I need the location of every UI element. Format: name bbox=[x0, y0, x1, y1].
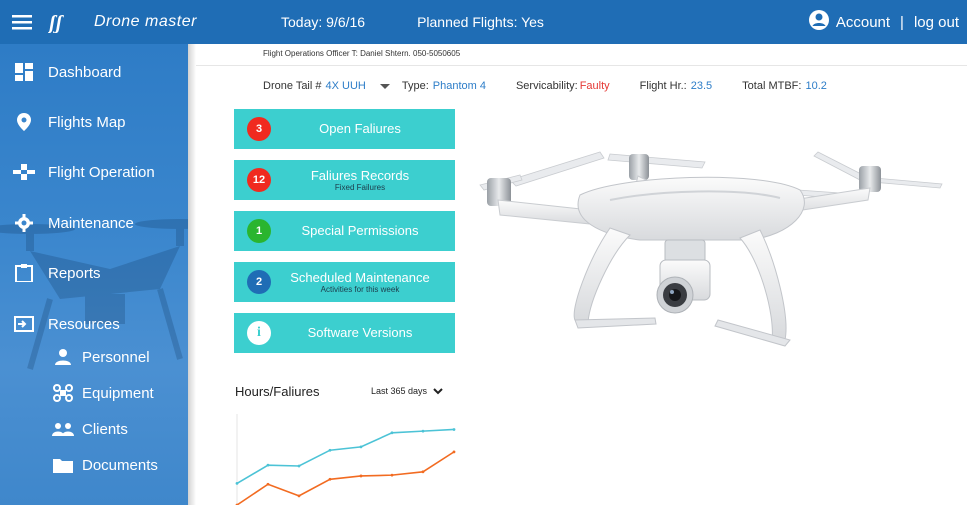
tail-label: Drone Tail # bbox=[263, 80, 322, 92]
type-value: Phantom 4 bbox=[432, 80, 486, 92]
chart-point-1-2 bbox=[297, 494, 301, 498]
chart-point-1-5 bbox=[390, 473, 394, 477]
account-icon[interactable] bbox=[808, 9, 830, 35]
flight-hours-value: 23.5 bbox=[690, 80, 713, 92]
drone-info-row: Drone Tail # 4X UUH Type: Phantom 4 Serv… bbox=[263, 80, 827, 92]
sidebar-item-label: Flight Operation bbox=[48, 163, 155, 181]
account-link[interactable]: Account bbox=[836, 14, 890, 31]
failures-records-button[interactable]: 12 Faliures Records Fixed Failures bbox=[234, 160, 455, 200]
chart-point-0-2 bbox=[297, 464, 301, 468]
sidebar-item-flights-map[interactable]: Flights Map bbox=[0, 102, 188, 142]
tile-label: Scheduled Maintenance bbox=[290, 269, 430, 285]
sidebar: Dashboard Flights Map Flight Operation M… bbox=[0, 44, 188, 505]
clipboard-icon bbox=[0, 264, 48, 282]
chevron-down-icon[interactable] bbox=[379, 83, 390, 89]
drone-image bbox=[479, 151, 943, 347]
sidebar-item-dashboard[interactable]: Dashboard bbox=[0, 52, 188, 92]
sidebar-item-flight-operation[interactable]: Flight Operation bbox=[0, 152, 188, 192]
type-label: Type: bbox=[401, 80, 429, 92]
chart-series-line-0 bbox=[236, 428, 455, 485]
chart-point-0-4 bbox=[359, 445, 363, 449]
date-range-label: Last 365 days bbox=[371, 386, 428, 396]
tile-label: Faliures Records bbox=[310, 167, 410, 183]
mtbf-value: 10.2 bbox=[805, 80, 827, 92]
logo-icon: ʃʃ bbox=[44, 0, 92, 44]
chart-point-0-6 bbox=[421, 429, 425, 433]
chart-point-0-1 bbox=[266, 463, 270, 467]
hamburger-menu-icon[interactable] bbox=[0, 0, 44, 44]
map-pin-icon bbox=[0, 113, 48, 131]
tail-value[interactable]: 4X UUH bbox=[326, 80, 366, 92]
tile-sublabel: Fixed Failures bbox=[334, 182, 386, 192]
special-permissions-count-badge: 1 bbox=[247, 219, 271, 243]
failures-records-count-badge: 12 bbox=[247, 168, 271, 192]
clients-icon bbox=[48, 422, 78, 436]
sidebar-item-label: Flights Map bbox=[48, 113, 126, 131]
sidebar-subitem-personnel[interactable]: Personnel bbox=[48, 342, 188, 372]
chart-point-1-7 bbox=[452, 450, 456, 454]
software-versions-button[interactable]: i Software Versions bbox=[234, 313, 455, 353]
sidebar-shadow bbox=[188, 44, 196, 505]
hours-failures-title: Hours/Faliures bbox=[235, 384, 320, 399]
chevron-down-icon bbox=[433, 387, 443, 394]
hours-failures-chart bbox=[235, 414, 456, 505]
scheduled-maintenance-count-badge: 2 bbox=[247, 270, 271, 294]
tile-label: Special Permissions bbox=[301, 223, 419, 238]
person-icon bbox=[48, 349, 78, 365]
sidebar-subitem-label: Documents bbox=[82, 456, 158, 474]
sidebar-item-label: Dashboard bbox=[48, 63, 122, 81]
sidebar-item-reports[interactable]: Reports bbox=[0, 253, 188, 293]
chart-point-0-7 bbox=[452, 428, 456, 431]
sidebar-subitem-clients[interactable]: Clients bbox=[48, 414, 188, 444]
serviceability-label: Servicability: bbox=[515, 80, 578, 92]
top-bar: ʃʃ Drone master Today: 9/6/16 Planned Fl… bbox=[0, 0, 967, 44]
chart-point-0-0 bbox=[235, 482, 239, 485]
chart-point-1-4 bbox=[359, 474, 363, 478]
chart-series-line-1 bbox=[236, 451, 455, 505]
serviceability-value: Faulty bbox=[579, 80, 610, 92]
flight-officer-info: Flight Operations Officer T: Daniel Shte… bbox=[263, 49, 461, 58]
sidebar-subitem-label: Equipment bbox=[82, 384, 154, 402]
sidebar-subitem-label: Personnel bbox=[82, 348, 150, 366]
folder-icon bbox=[48, 457, 78, 473]
svg-text:ʃʃ: ʃʃ bbox=[48, 12, 65, 33]
chart-point-0-3 bbox=[328, 448, 332, 452]
date-range-dropdown[interactable]: Last 365 days bbox=[371, 386, 443, 396]
chart-point-1-6 bbox=[421, 470, 425, 474]
chart-point-0-5 bbox=[390, 431, 394, 435]
chart-point-1-3 bbox=[328, 477, 332, 481]
sidebar-item-label: Resources bbox=[48, 315, 120, 333]
header-divider bbox=[196, 65, 967, 66]
sidebar-subitem-equipment[interactable]: Equipment bbox=[48, 378, 188, 408]
today-date: Today: 9/6/16 bbox=[281, 14, 366, 30]
sidebar-item-label: Maintenance bbox=[48, 214, 134, 232]
chart-point-1-1 bbox=[266, 482, 270, 486]
equipment-icon bbox=[48, 384, 78, 402]
sidebar-subitem-label: Clients bbox=[82, 420, 128, 438]
dashboard-icon bbox=[0, 63, 48, 81]
special-permissions-button[interactable]: 1 Special Permissions bbox=[234, 211, 455, 251]
tile-sublabel: Activities for this week bbox=[320, 284, 400, 294]
resources-icon bbox=[0, 316, 48, 332]
scheduled-maintenance-button[interactable]: 2 Scheduled Maintenance Activities for th… bbox=[234, 262, 455, 302]
open-failures-button[interactable]: 3 Open Faliures bbox=[234, 109, 455, 149]
logout-link[interactable]: log out bbox=[914, 14, 959, 31]
brand-name: Drone master bbox=[94, 13, 197, 30]
flight-hours-label: Flight Hr.: bbox=[639, 80, 687, 92]
drone-icon bbox=[0, 164, 48, 180]
sidebar-item-resources[interactable]: Resources bbox=[0, 304, 188, 344]
mtbf-label: Total MTBF: bbox=[742, 80, 802, 92]
sidebar-item-maintenance[interactable]: Maintenance bbox=[0, 203, 188, 243]
tile-label: Open Faliures bbox=[319, 121, 401, 136]
planned-flights-status: Planned Flights: Yes bbox=[417, 14, 544, 30]
gear-icon bbox=[0, 214, 48, 232]
sidebar-subitem-documents[interactable]: Documents bbox=[48, 450, 188, 480]
open-failures-count-badge: 3 bbox=[247, 117, 271, 141]
header-separator: | bbox=[900, 13, 904, 31]
tile-label: Software Versions bbox=[307, 325, 413, 340]
info-icon: i bbox=[247, 321, 271, 345]
sidebar-item-label: Reports bbox=[48, 264, 101, 282]
